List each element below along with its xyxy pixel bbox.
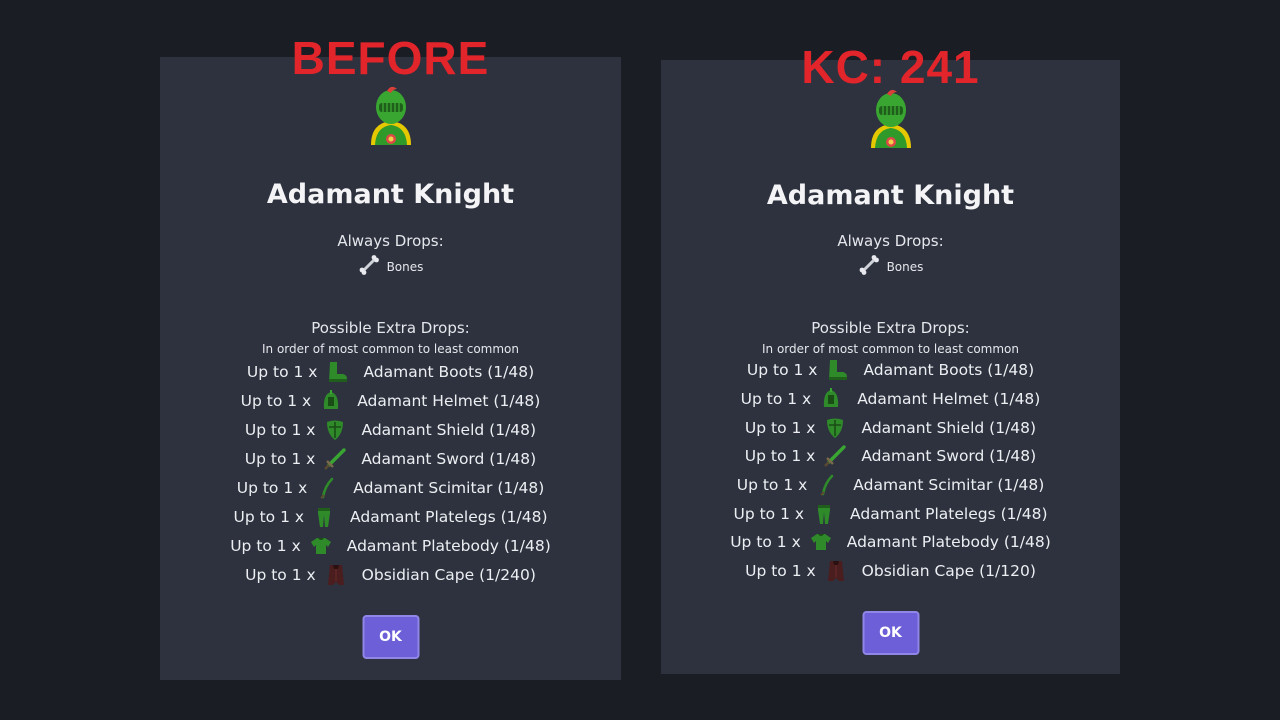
- possible-drops-subtitle: In order of most common to least common: [261, 342, 519, 356]
- drop-label: Adamant Platelegs (1/48): [350, 507, 548, 526]
- drop-label: Adamant Platelegs (1/48): [850, 504, 1048, 523]
- ok-button[interactable]: OK: [862, 611, 919, 655]
- drop-quantity: Up to 1 x: [733, 504, 805, 523]
- drop-list: Up to 1 x Adamant Boots (1/48) Up to 1 x …: [661, 356, 1120, 586]
- drop-label: Adamant Scimitar (1/48): [853, 476, 1045, 495]
- drop-quantity: Up to 1 x: [740, 390, 812, 409]
- monster-name: Adamant Knight: [766, 180, 1015, 211]
- drop-row: Up to 1 x Adamant Platebody (1/48): [160, 531, 621, 560]
- drop-row: Up to 1 x Adamant Scimitar (1/48): [160, 473, 621, 502]
- boots-icon: [325, 360, 349, 384]
- drop-row: Up to 1 x Adamant Shield (1/48): [160, 415, 621, 444]
- drop-quantity: Up to 1 x: [230, 536, 301, 555]
- boots-icon: [825, 358, 849, 382]
- drop-row: Up to 1 x Adamant Sword (1/48): [661, 442, 1120, 471]
- ok-button[interactable]: OK: [362, 615, 419, 659]
- drop-quantity: Up to 1 x: [240, 391, 312, 410]
- drop-table-panel-kc: KC: 241 Adamant Knight Always Drops: Bon…: [661, 44, 1120, 674]
- drop-quantity: Up to 1 x: [744, 418, 816, 437]
- sword-icon: [323, 447, 347, 471]
- drop-quantity: Up to 1 x: [246, 362, 318, 381]
- possible-drops-title: Possible Extra Drops:: [311, 319, 470, 337]
- platelegs-icon: [312, 505, 336, 529]
- drop-quantity: Up to 1 x: [736, 476, 808, 495]
- drop-label: Obsidian Cape (1/240): [361, 565, 536, 584]
- cape-icon: [824, 559, 848, 583]
- always-drop-item: Bones: [160, 254, 621, 279]
- helmet-icon: [819, 387, 843, 411]
- drop-label: Adamant Helmet (1/48): [857, 390, 1041, 409]
- drop-label: Adamant Platebody (1/48): [846, 533, 1051, 552]
- bones-icon: [858, 254, 880, 279]
- always-drops-title: Always Drops:: [337, 232, 444, 250]
- drop-row: Up to 1 x Adamant Platelegs (1/48): [160, 502, 621, 531]
- platelegs-icon: [812, 502, 836, 526]
- drop-quantity: Up to 1 x: [244, 420, 316, 439]
- always-drop-label: Bones: [886, 259, 924, 274]
- possible-drops-title: Possible Extra Drops:: [811, 319, 970, 337]
- drop-label: Adamant Scimitar (1/48): [353, 478, 545, 497]
- adamant-knight-icon: [359, 83, 423, 147]
- drop-row: Up to 1 x Obsidian Cape (1/240): [160, 560, 621, 589]
- drop-label: Adamant Helmet (1/48): [357, 391, 541, 410]
- possible-drops-subtitle: In order of most common to least common: [761, 342, 1019, 356]
- always-drops-title: Always Drops:: [837, 232, 944, 250]
- drop-row: Up to 1 x Adamant Platebody (1/48): [661, 528, 1120, 557]
- drop-quantity: Up to 1 x: [730, 533, 801, 552]
- adamant-knight-icon: [859, 86, 923, 150]
- drop-label: Adamant Shield (1/48): [861, 418, 1037, 437]
- drop-row: Up to 1 x Obsidian Cape (1/120): [661, 557, 1120, 586]
- always-drop-label: Bones: [386, 259, 424, 274]
- drop-row: Up to 1 x Adamant Shield (1/48): [661, 413, 1120, 442]
- drop-label: Adamant Shield (1/48): [361, 420, 537, 439]
- always-drop-item: Bones: [661, 254, 1120, 279]
- drop-quantity: Up to 1 x: [745, 562, 816, 581]
- drop-row: Up to 1 x Adamant Scimitar (1/48): [661, 471, 1120, 500]
- cape-icon: [324, 563, 348, 587]
- overlay-label-before: BEFORE: [291, 32, 490, 84]
- drop-row: Up to 1 x Adamant Platelegs (1/48): [661, 499, 1120, 528]
- bones-icon: [358, 254, 380, 279]
- drop-quantity: Up to 1 x: [236, 478, 308, 497]
- drop-quantity: Up to 1 x: [744, 447, 816, 466]
- drop-row: Up to 1 x Adamant Boots (1/48): [160, 357, 621, 386]
- drop-row: Up to 1 x Adamant Boots (1/48): [661, 356, 1120, 385]
- drop-label: Adamant Sword (1/48): [361, 449, 537, 468]
- overlay-label-kc: KC: 241: [801, 41, 980, 93]
- drop-label: Adamant Boots (1/48): [863, 361, 1035, 380]
- platebody-icon: [309, 534, 333, 558]
- scimitar-icon: [815, 473, 839, 497]
- sword-icon: [823, 444, 847, 468]
- drop-row: Up to 1 x Adamant Helmet (1/48): [160, 386, 621, 415]
- drop-row: Up to 1 x Adamant Helmet (1/48): [661, 385, 1120, 414]
- drop-table-panel-before: BEFORE Adamant Knight Always Drops: Bone…: [160, 35, 621, 680]
- monster-name: Adamant Knight: [266, 179, 515, 210]
- shield-icon: [823, 416, 847, 440]
- shield-icon: [323, 418, 347, 442]
- drop-row: Up to 1 x Adamant Sword (1/48): [160, 444, 621, 473]
- drop-quantity: Up to 1 x: [244, 449, 316, 468]
- drop-quantity: Up to 1 x: [245, 565, 316, 584]
- helmet-icon: [319, 389, 343, 413]
- scimitar-icon: [315, 476, 339, 500]
- drop-label: Adamant Platebody (1/48): [346, 536, 551, 555]
- drop-label: Adamant Boots (1/48): [363, 362, 535, 381]
- drop-label: Adamant Sword (1/48): [861, 447, 1037, 466]
- drop-list: Up to 1 x Adamant Boots (1/48) Up to 1 x …: [160, 357, 621, 589]
- drop-quantity: Up to 1 x: [746, 361, 818, 380]
- drop-quantity: Up to 1 x: [233, 507, 305, 526]
- drop-label: Obsidian Cape (1/120): [861, 562, 1036, 581]
- platebody-icon: [809, 530, 833, 554]
